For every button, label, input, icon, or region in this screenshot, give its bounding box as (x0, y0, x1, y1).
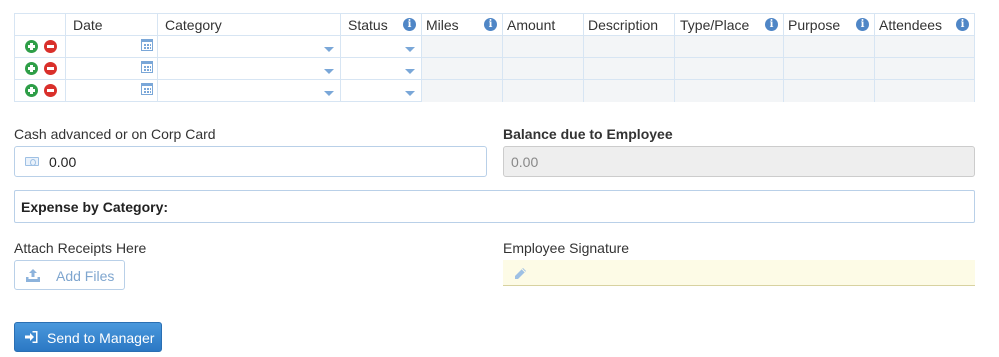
send-to-manager-button[interactable]: Send to Manager (14, 322, 162, 352)
category-select[interactable] (158, 58, 341, 80)
add-files-button[interactable]: Add Files (14, 260, 125, 290)
attendees-field[interactable] (875, 58, 974, 80)
header-attendees: Attendees i (875, 14, 974, 36)
status-select[interactable] (341, 36, 422, 58)
signature-field[interactable] (503, 260, 975, 286)
caret-down-icon[interactable] (405, 47, 415, 52)
sign-in-icon (25, 331, 38, 343)
balance-due-field: 0.00 (503, 146, 975, 177)
info-icon[interactable]: i (956, 18, 969, 31)
header-miles: Miles i (422, 14, 503, 36)
expense-form: Date Category Status i Miles i Amount De… (0, 0, 999, 357)
description-field[interactable] (584, 36, 675, 58)
column-header-amount: Amount (507, 17, 556, 33)
amount-field[interactable] (503, 58, 584, 80)
date-field[interactable] (66, 36, 158, 58)
purpose-field[interactable] (784, 36, 875, 58)
header-category: Category (158, 14, 341, 36)
column-header-category: Category (165, 17, 222, 33)
purpose-field[interactable] (784, 58, 875, 80)
row-actions (15, 36, 66, 58)
column-header-miles: Miles (426, 17, 459, 33)
column-header-status: Status (348, 17, 388, 33)
caret-down-icon[interactable] (324, 69, 334, 74)
miles-field[interactable] (422, 58, 503, 80)
header-status: Status i (341, 14, 422, 36)
status-select[interactable] (341, 80, 422, 102)
upload-icon (26, 269, 40, 282)
status-select[interactable] (341, 58, 422, 80)
attendees-field[interactable] (875, 36, 974, 58)
expense-by-category-title: Expense by Category: (21, 199, 169, 215)
calendar-icon[interactable] (141, 83, 153, 95)
plus-circle-icon[interactable] (25, 62, 38, 75)
table-header-row: Date Category Status i Miles i Amount De… (15, 14, 974, 36)
column-header-attendees: Attendees (879, 17, 943, 33)
expense-table: Date Category Status i Miles i Amount De… (14, 13, 975, 102)
header-description: Description (584, 14, 675, 36)
minus-circle-icon[interactable] (44, 40, 57, 53)
calendar-icon[interactable] (141, 61, 153, 73)
column-header-description: Description (588, 17, 659, 33)
info-icon[interactable]: i (484, 18, 497, 31)
attendees-field[interactable] (875, 80, 974, 102)
type-place-field[interactable] (675, 36, 784, 58)
header-purpose: Purpose i (784, 14, 875, 36)
caret-down-icon[interactable] (405, 69, 415, 74)
amount-field[interactable] (503, 80, 584, 102)
amount-field[interactable] (503, 36, 584, 58)
plus-circle-icon[interactable] (25, 40, 38, 53)
table-row (15, 36, 974, 58)
caret-down-icon[interactable] (324, 91, 334, 96)
minus-circle-icon[interactable] (44, 84, 57, 97)
cash-advanced-label: Cash advanced or on Corp Card (14, 126, 216, 142)
caret-down-icon[interactable] (405, 91, 415, 96)
row-actions (15, 80, 66, 102)
send-to-manager-label: Send to Manager (47, 330, 155, 346)
cash-advanced-value: 0.00 (49, 154, 77, 170)
purpose-field[interactable] (784, 80, 875, 102)
column-header-purpose: Purpose (788, 17, 841, 33)
date-field[interactable] (66, 80, 158, 102)
add-files-label: Add Files (56, 268, 115, 284)
attach-receipts-label: Attach Receipts Here (14, 240, 147, 256)
category-select[interactable] (158, 80, 341, 102)
caret-down-icon[interactable] (324, 47, 334, 52)
date-field[interactable] (66, 58, 158, 80)
info-icon[interactable]: i (765, 18, 778, 31)
header-type-place: Type/Place i (675, 14, 784, 36)
info-icon[interactable]: i (856, 18, 869, 31)
plus-circle-icon[interactable] (25, 84, 38, 97)
info-icon[interactable]: i (403, 18, 416, 31)
cash-advanced-input[interactable]: 0.00 (14, 146, 487, 177)
category-select[interactable] (158, 36, 341, 58)
header-amount: Amount (503, 14, 584, 36)
type-place-field[interactable] (675, 58, 784, 80)
miles-field[interactable] (422, 80, 503, 102)
balance-due-value: 0.00 (511, 154, 539, 170)
description-field[interactable] (584, 58, 675, 80)
type-place-field[interactable] (675, 80, 784, 102)
header-actions (15, 14, 66, 36)
miles-field[interactable] (422, 36, 503, 58)
minus-circle-icon[interactable] (44, 62, 57, 75)
column-header-type-place: Type/Place (680, 17, 750, 33)
pencil-icon (515, 268, 526, 279)
money-icon (25, 157, 39, 166)
table-row (15, 80, 974, 102)
column-header-date: Date (73, 17, 103, 33)
row-actions (15, 58, 66, 80)
expense-by-category-section: Expense by Category: (14, 190, 975, 223)
description-field[interactable] (584, 80, 675, 102)
calendar-icon[interactable] (141, 39, 153, 51)
balance-due-label: Balance due to Employee (503, 126, 673, 142)
table-row (15, 58, 974, 80)
employee-signature-label: Employee Signature (503, 240, 630, 256)
header-date: Date (66, 14, 158, 36)
